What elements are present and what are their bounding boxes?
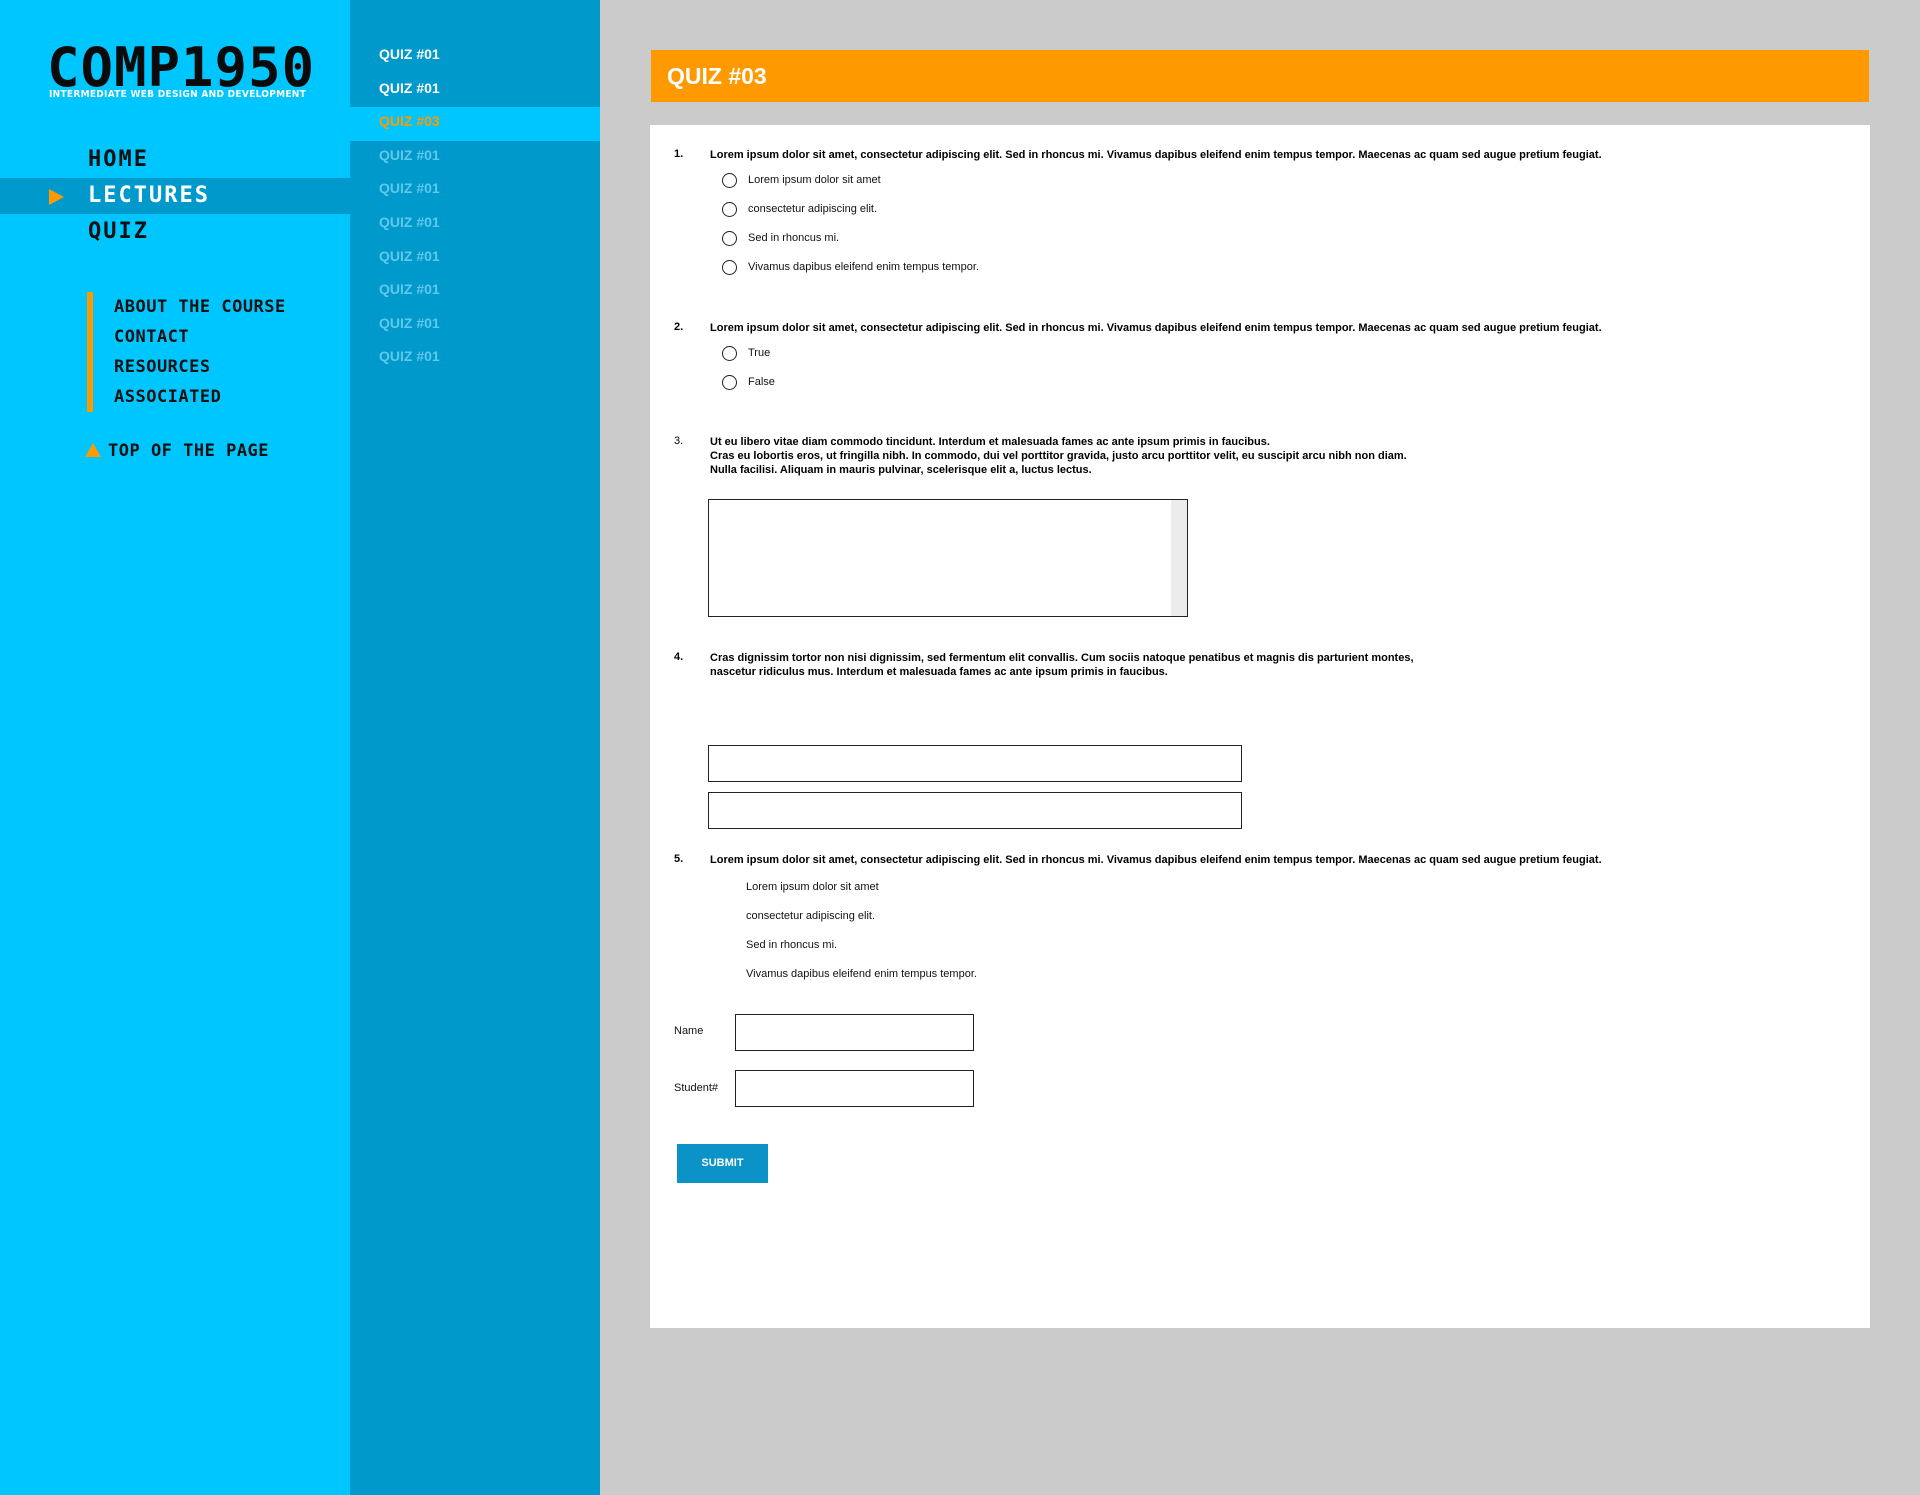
answer-option[interactable]: Lorem ipsum dolor sit amet <box>746 881 879 893</box>
page-title: QUIZ #03 <box>667 63 767 89</box>
question-text-line: Nulla facilisi. Aliquam in mauris pulvin… <box>710 464 1092 476</box>
question-text-line: Cras dignissim tortor non nisi dignissim… <box>710 652 1414 664</box>
radio-button[interactable] <box>722 375 737 390</box>
main-nav-lectures[interactable]: LECTURES <box>0 178 350 214</box>
main-nav-quiz[interactable]: QUIZ <box>0 214 350 250</box>
quiz-list-item[interactable]: QUIZ #01 <box>350 275 600 309</box>
question-text: Lorem ipsum dolor sit amet, consectetur … <box>710 149 1602 161</box>
arrow-right-icon <box>49 189 64 205</box>
answer-input-2[interactable] <box>708 792 1242 829</box>
radio-button[interactable] <box>722 231 737 246</box>
main-nav-home[interactable]: HOME <box>0 142 350 178</box>
radio-button[interactable] <box>722 260 737 275</box>
answer-option-label: True <box>748 347 771 359</box>
question-text-line: nascetur ridiculus mus. Interdum et male… <box>710 666 1168 678</box>
answer-option-label: Vivamus dapibus eleifend enim tempus tem… <box>748 261 979 273</box>
site-logo-subtitle: INTERMEDIATE WEB DESIGN AND DEVELOPMENT <box>49 89 307 100</box>
top-of-page-label: TOP OF THE PAGE <box>108 441 270 461</box>
sub-nav-about[interactable]: ABOUT THE COURSE <box>114 292 334 322</box>
scrollbar[interactable] <box>1171 500 1187 616</box>
answer-option[interactable]: Vivamus dapibus eleifend enim tempus tem… <box>746 968 977 980</box>
quiz-list-item[interactable]: QUIZ #01 <box>350 141 600 175</box>
question-text: Ut eu libero vitae diam commodo tincidun… <box>710 435 1860 477</box>
quiz-list-item[interactable]: QUIZ #01 <box>350 309 600 343</box>
quiz-list-item[interactable]: QUIZ #01 <box>350 74 600 108</box>
answer-option-label: False <box>748 376 775 388</box>
quiz-list-item[interactable]: QUIZ #01 <box>350 174 600 208</box>
submit-button[interactable]: SUBMIT <box>677 1144 768 1183</box>
quiz-sidebar: QUIZ #01 QUIZ #01 QUIZ #03 QUIZ #01 QUIZ… <box>350 0 600 1495</box>
page-title-bar: QUIZ #03 <box>651 50 1869 102</box>
main-nav: HOME LECTURES QUIZ <box>0 142 350 250</box>
main-nav-lectures-label: LECTURES <box>88 183 210 208</box>
answer-option-label: Sed in rhoncus mi. <box>748 232 840 244</box>
question-text-line: Ut eu libero vitae diam commodo tincidun… <box>710 436 1270 448</box>
sidebar: COMP1950 INTERMEDIATE WEB DESIGN AND DEV… <box>0 0 350 1495</box>
quiz-list-item-current[interactable]: QUIZ #03 <box>350 107 600 141</box>
arrow-up-icon <box>85 443 101 457</box>
answer-option-label: Lorem ipsum dolor sit amet <box>748 174 881 186</box>
student-number-input[interactable] <box>735 1070 974 1107</box>
quiz-list-item[interactable]: QUIZ #01 <box>350 40 600 74</box>
question-number: 1. <box>674 148 684 160</box>
sub-nav-contact[interactable]: CONTACT <box>114 322 334 352</box>
answer-option-label: consectetur adipiscing elit. <box>748 203 878 215</box>
quiz-list: QUIZ #01 QUIZ #01 QUIZ #03 QUIZ #01 QUIZ… <box>350 40 600 376</box>
student-number-label: Student# <box>674 1082 719 1094</box>
quiz-content: 1. Lorem ipsum dolor sit amet, consectet… <box>650 125 1870 1328</box>
question-text: Cras dignissim tortor non nisi dignissim… <box>710 651 1860 679</box>
question-number: 3. <box>674 435 684 447</box>
quiz-list-item[interactable]: QUIZ #01 <box>350 242 600 276</box>
radio-button[interactable] <box>722 173 737 188</box>
sub-nav-associated[interactable]: ASSOCIATED <box>114 382 334 412</box>
name-input[interactable] <box>735 1014 974 1051</box>
radio-button[interactable] <box>722 346 737 361</box>
question-number: 4. <box>674 651 684 663</box>
question-text: Lorem ipsum dolor sit amet, consectetur … <box>710 854 1602 866</box>
answer-input-1[interactable] <box>708 745 1242 782</box>
quiz-list-item[interactable]: QUIZ #01 <box>350 208 600 242</box>
radio-button[interactable] <box>722 202 737 217</box>
name-label: Name <box>674 1025 704 1037</box>
answer-option[interactable]: consectetur adipiscing elit. <box>746 910 875 922</box>
answer-textarea[interactable] <box>708 499 1188 617</box>
question-text-line: Cras eu lobortis eros, ut fringilla nibh… <box>710 450 1407 462</box>
secondary-nav: ABOUT THE COURSE CONTACT RESOURCES ASSOC… <box>87 292 334 412</box>
question-number: 5. <box>674 853 684 865</box>
sub-nav-resources[interactable]: RESOURCES <box>114 352 334 382</box>
question-number: 2. <box>674 321 684 333</box>
quiz-list-item[interactable]: QUIZ #01 <box>350 342 600 376</box>
question-text: Lorem ipsum dolor sit amet, consectetur … <box>710 322 1602 334</box>
answer-option[interactable]: Sed in rhoncus mi. <box>746 939 837 951</box>
